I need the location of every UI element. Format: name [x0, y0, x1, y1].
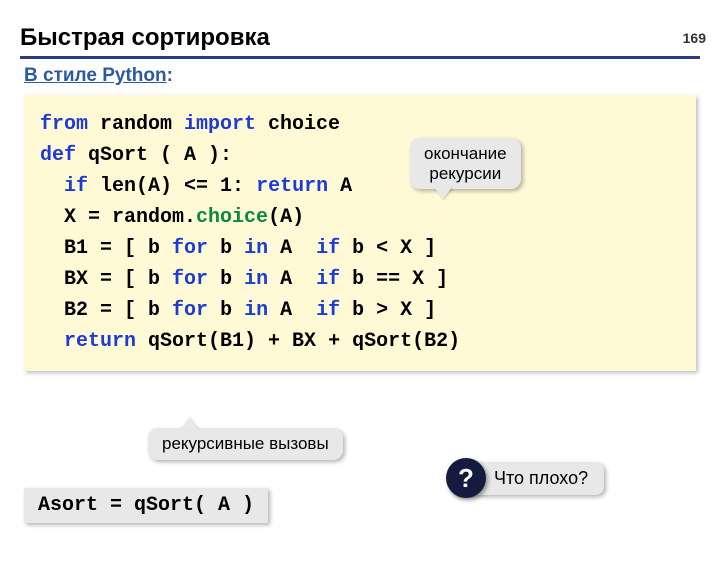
page-number: 169: [683, 30, 706, 46]
code-text: b: [208, 299, 244, 322]
code-text: A: [268, 268, 304, 291]
kw-in: in: [244, 237, 268, 260]
kw-return: return: [64, 330, 136, 353]
callout-recursive-calls: рекурсивные вызовы: [148, 428, 343, 460]
kw-if: if: [64, 175, 88, 198]
subtitle-colon: :: [167, 65, 173, 86]
indent: [40, 206, 64, 229]
code-text: b < X ]: [340, 237, 436, 260]
indent: [40, 175, 64, 198]
code-text: A: [268, 299, 304, 322]
kw-in: in: [244, 299, 268, 322]
kw-def: def: [40, 144, 76, 167]
kw-return: return: [256, 175, 328, 198]
fn-choice: choice: [196, 206, 268, 229]
code-text: b: [208, 268, 244, 291]
code-text: A: [328, 175, 352, 198]
question-mark-icon: ?: [446, 458, 486, 498]
code-text: (A): [268, 206, 376, 229]
usage-example: Asort = qSort( A ): [24, 488, 268, 523]
code-text: len(A) <= 1:: [88, 175, 256, 198]
page-title: Быстрая сортировка: [20, 24, 700, 59]
code-text: BX = [ b: [64, 268, 172, 291]
kw-from: from: [40, 113, 88, 136]
code-text: random: [88, 113, 184, 136]
indent: [40, 299, 64, 322]
code-text: A: [268, 237, 304, 260]
code-text: qSort(B1) + BX + qSort(B2): [136, 330, 460, 353]
kw-if: if: [304, 237, 340, 260]
subtitle: В стиле Python:: [24, 65, 720, 87]
code-text: X = random.: [64, 206, 196, 229]
question-pill: ? Что плохо?: [450, 462, 604, 495]
code-text: choice: [256, 113, 340, 136]
question-text: Что плохо?: [494, 468, 588, 488]
code-text: b > X ]: [340, 299, 436, 322]
kw-in: in: [244, 268, 268, 291]
subtitle-text: В стиле Python: [24, 65, 167, 86]
kw-for: for: [172, 299, 208, 322]
indent: [40, 268, 64, 291]
code-block: from random import choice def qSort ( A …: [24, 95, 696, 371]
kw-for: for: [172, 268, 208, 291]
code-text: B2 = [ b: [64, 299, 172, 322]
indent: [40, 330, 64, 353]
kw-if: if: [304, 268, 340, 291]
code-text: b: [208, 237, 244, 260]
code-text: B1 = [ b: [64, 237, 172, 260]
code-text: b == X ]: [340, 268, 448, 291]
indent: [40, 237, 64, 260]
code-text: qSort ( A ):: [76, 144, 232, 167]
kw-for: for: [172, 237, 208, 260]
kw-if: if: [304, 299, 340, 322]
kw-import: import: [184, 113, 256, 136]
callout-recursion-end: окончание рекурсии: [410, 138, 521, 189]
